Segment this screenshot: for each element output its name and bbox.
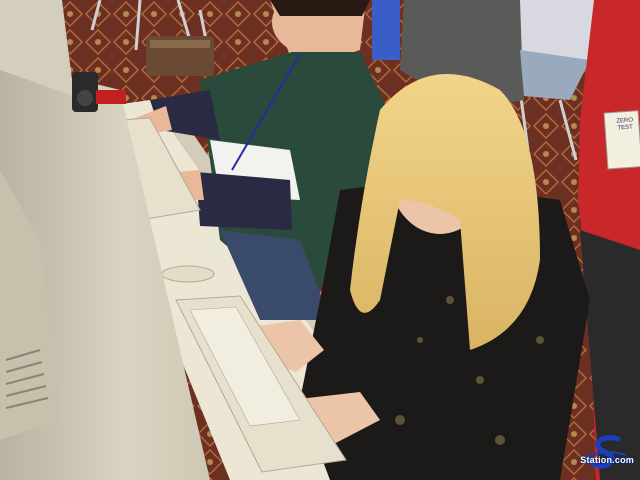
photo-scene: ZERO TEST Station.com xyxy=(0,0,640,480)
badge-text: ZERO TEST xyxy=(616,117,634,132)
photo-illustration xyxy=(0,0,640,480)
watermark: Station.com xyxy=(554,450,634,468)
watermark-label: Station.com xyxy=(580,455,634,465)
mouse xyxy=(161,265,215,283)
background-box xyxy=(372,0,400,60)
